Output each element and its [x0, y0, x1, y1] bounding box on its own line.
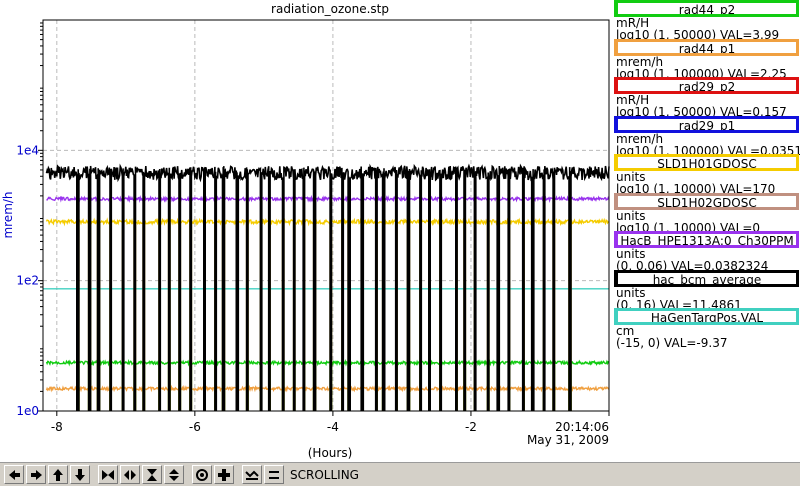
pause-button[interactable] — [264, 465, 284, 484]
scroll-icon — [245, 470, 259, 480]
arrow-up-button[interactable] — [48, 465, 68, 484]
x-end-time: 20:14:06 — [555, 420, 609, 434]
arrow-right-button[interactable] — [26, 465, 46, 484]
legend-series-name[interactable]: rad29_p2 — [614, 77, 799, 94]
legend: rad44_p2 mR/H log10 (1, 50000) VAL=3.99 rad… — [612, 0, 800, 460]
y-tick-label: 1e4 — [16, 143, 39, 157]
zoom-out-horizontal-button[interactable] — [120, 465, 140, 484]
legend-item[interactable]: HacB_HPE1313A:0_Ch30PPM units (0, 0.06) VA… — [612, 231, 800, 273]
crosshair-button[interactable] — [214, 465, 234, 484]
auto-scale-icon — [196, 468, 208, 481]
arrow-right-icon — [31, 469, 42, 480]
legend-series-name[interactable]: SLD1H02GDOSC — [614, 192, 799, 210]
legend-series-name[interactable]: SLD1H01GDOSC — [614, 154, 799, 171]
zoom-out-horizontal-icon — [124, 469, 136, 480]
zoom-in-horizontal-icon — [102, 469, 114, 480]
zoom-out-vertical-icon — [169, 468, 179, 481]
legend-range: (-15, 0) VAL=-9.37 — [616, 336, 728, 350]
legend-item[interactable]: hac_bcm_average units (0, 16) VAL=11.4861 — [612, 269, 800, 311]
arrow-down-button[interactable] — [70, 465, 90, 484]
y-axis-label: mrem/h — [1, 191, 15, 238]
legend-item[interactable]: rad44_p1 mrem/h log10 (1, 100000) VAL=2.25 — [612, 38, 800, 80]
arrow-down-icon — [75, 468, 85, 481]
strip-chart[interactable]: radiation_ozone.stp mrem/h (Hours) 20:14… — [0, 0, 612, 462]
legend-series-name[interactable]: HacB_HPE1313A:0_Ch30PPM — [614, 231, 799, 248]
mode-status: SCROLLING — [290, 467, 359, 482]
zoom-in-horizontal-button[interactable] — [98, 465, 118, 484]
x-tick-label: -4 — [327, 420, 339, 434]
zoom-in-vertical-button[interactable] — [142, 465, 162, 484]
toolbar: SCROLLING — [0, 462, 800, 486]
legend-item[interactable]: rad44_p2 mR/H log10 (1, 50000) VAL=3.99 — [612, 0, 800, 42]
legend-item[interactable]: rad29_p1 mrem/h log10 (1, 100000) VAL=0.03… — [612, 115, 800, 157]
legend-series-name[interactable]: hac_bcm_average — [614, 269, 799, 287]
scroll-button[interactable] — [242, 465, 262, 484]
legend-series-name[interactable]: rad44_p1 — [614, 38, 799, 56]
pause-icon — [269, 470, 279, 479]
crosshair-icon — [218, 468, 230, 481]
series-line-hac-bcm-average — [45, 163, 610, 411]
auto-scale-button[interactable] — [192, 465, 212, 484]
arrow-left-icon — [9, 469, 20, 480]
x-tick-label: -8 — [51, 420, 63, 434]
x-tick-label: -6 — [189, 420, 201, 434]
zoom-out-vertical-button[interactable] — [164, 465, 184, 484]
x-tick-label: -2 — [465, 420, 477, 434]
legend-series-name[interactable]: rad44_p2 — [614, 0, 799, 17]
series-layer — [43, 163, 610, 411]
legend-item[interactable]: SLD1H01GDOSC units log10 (1, 10000) VAL=17… — [612, 154, 800, 196]
y-tick-label: 1e0 — [16, 404, 39, 418]
tick-labels: -8 -6 -4 -2 1e4 1e2 1e0 — [16, 22, 610, 434]
zoom-in-vertical-icon — [147, 468, 157, 481]
arrow-up-icon — [53, 468, 63, 481]
x-axis-label: (Hours) — [308, 446, 353, 460]
chart-title: radiation_ozone.stp — [271, 2, 389, 16]
legend-series-name[interactable]: rad29_p1 — [614, 115, 799, 133]
legend-item[interactable]: HaGenTargPos.VAL cm (-15, 0) VAL=-9.37 — [612, 308, 800, 350]
x-end-date: May 31, 2009 — [527, 433, 609, 447]
arrow-left-button[interactable] — [4, 465, 24, 484]
legend-item[interactable]: SLD1H02GDOSC units log10 (1, 10000) VAL=0 — [612, 192, 800, 234]
legend-series-name[interactable]: HaGenTargPos.VAL — [614, 308, 799, 325]
legend-item[interactable]: rad29_p2 mR/H log10 (1, 50000) VAL=0.157 — [612, 77, 800, 119]
y-tick-label: 1e2 — [16, 274, 39, 288]
